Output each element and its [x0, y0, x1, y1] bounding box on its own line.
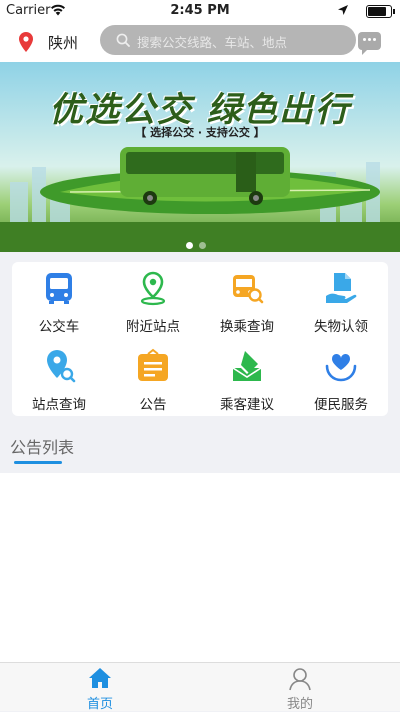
service-lost-found[interactable]: 失物认领 [294, 262, 388, 335]
suggestion-icon [229, 348, 265, 384]
service-label: 公交车 [38, 319, 80, 335]
tab-home[interactable]: 首页 [0, 663, 200, 712]
service-bus[interactable]: 公交车 [12, 262, 106, 335]
profile-icon [288, 667, 312, 695]
service-convenience[interactable]: 便民服务 [294, 340, 388, 413]
carousel-dot[interactable] [199, 242, 206, 249]
service-station-query[interactable]: 站点查询 [12, 340, 106, 413]
tab-label: 首页 [86, 697, 113, 712]
status-bar: Carrier 2:45 PM [0, 0, 400, 22]
message-icon[interactable] [358, 32, 381, 55]
notice-header: 公告列表 [0, 420, 400, 472]
service-label: 失物认领 [314, 319, 368, 335]
search-icon [116, 32, 130, 51]
service-passenger-suggestion[interactable]: 乘客建议 [200, 340, 294, 413]
carousel-dots [186, 234, 212, 253]
service-label: 公告 [139, 397, 167, 413]
station-search-icon [41, 348, 77, 384]
tab-label: 我的 [286, 697, 313, 712]
tab-profile[interactable]: 我的 [200, 663, 400, 712]
top-bar: 陕州 搜索公交线路、车站、地点 [0, 22, 400, 62]
notice-list [0, 473, 400, 662]
notice-title[interactable]: 公告列表 [10, 434, 74, 458]
carousel-dot-active[interactable] [186, 242, 193, 249]
transfer-search-icon [229, 270, 265, 306]
tab-bar: 首页 我的 [0, 662, 400, 712]
search-input[interactable]: 搜索公交线路、车站、地点 [100, 25, 356, 55]
city-selector[interactable]: 陕州 [48, 32, 78, 53]
location-pin-icon[interactable] [18, 32, 34, 56]
bus-icon [41, 270, 77, 306]
notice-tab-indicator [14, 461, 62, 464]
location-arrow-icon [338, 4, 348, 19]
service-label: 站点查询 [32, 397, 86, 413]
service-transfer-query[interactable]: 换乘查询 [200, 262, 294, 335]
promo-banner[interactable]: 优选公交 绿色出行 【 选择公交 · 支持公交 】 [0, 62, 400, 252]
convenience-service-icon [323, 348, 359, 384]
service-label: 便民服务 [314, 397, 368, 413]
nearby-location-icon [135, 270, 171, 306]
service-announcement[interactable]: 公告 [106, 340, 200, 413]
service-label: 乘客建议 [220, 397, 274, 413]
home-icon [88, 667, 112, 693]
search-placeholder: 搜索公交线路、车站、地点 [137, 35, 288, 50]
battery-icon [366, 5, 395, 18]
service-label: 附近站点 [126, 319, 180, 335]
service-grid: 公交车 附近站点 换乘查询 失物认领 站点查询 公告 乘客建议 便民服务 [12, 262, 388, 416]
service-label: 换乘查询 [220, 319, 274, 335]
service-nearby-stations[interactable]: 附近站点 [106, 262, 200, 335]
announcement-icon [135, 348, 171, 384]
lost-found-icon [323, 270, 359, 306]
banner-subtitle: 【 选择公交 · 支持公交 】 [135, 126, 265, 139]
